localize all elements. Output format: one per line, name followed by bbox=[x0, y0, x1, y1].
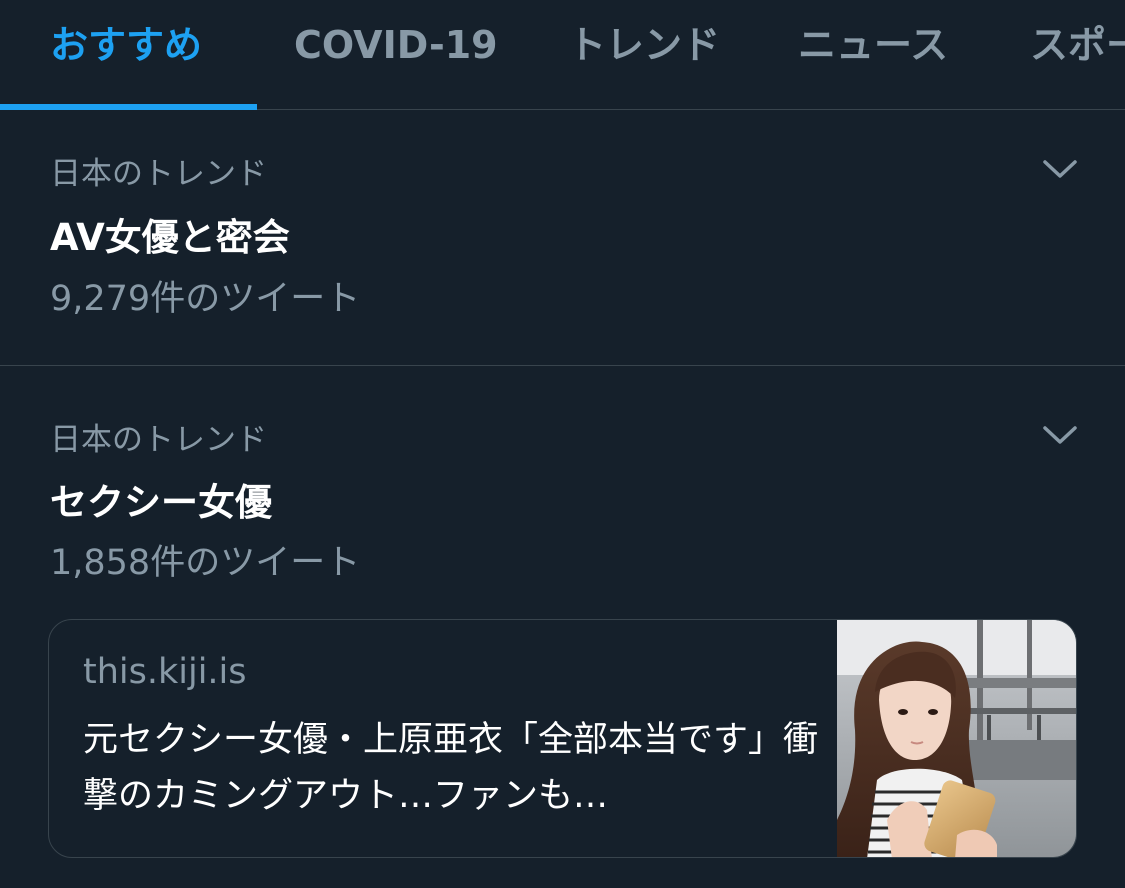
trend-item[interactable]: 日本のトレンド セクシー女優 1,858件のツイート this.kiji.is … bbox=[0, 366, 1125, 888]
card-headline: 元セクシー女優・上原亜衣「全部本当です」衝撃のカミングアウト…ファンも… bbox=[83, 720, 819, 816]
trend-context: 日本のトレンド bbox=[50, 156, 267, 192]
trend-title: AV女優と密会 bbox=[50, 216, 290, 259]
trend-tweet-count: 9,279件のツイート bbox=[50, 279, 361, 319]
tab-trend[interactable]: トレンド bbox=[568, 0, 720, 110]
tab-news[interactable]: ニュース bbox=[798, 0, 948, 110]
tab-bar: おすすめ COVID-19 トレンド ニュース スポー bbox=[0, 0, 1125, 110]
card-thumbnail-image bbox=[837, 620, 1076, 857]
link-preview-card[interactable]: this.kiji.is 元セクシー女優・上原亜衣「全部本当です」衝撃のカミング… bbox=[48, 619, 1077, 858]
chevron-down-icon[interactable] bbox=[1040, 420, 1080, 450]
tab-osusume[interactable]: おすすめ bbox=[50, 0, 202, 110]
tab-sports[interactable]: スポー bbox=[1030, 0, 1125, 110]
trend-title: セクシー女優 bbox=[50, 481, 272, 524]
trend-tweet-count: 1,858件のツイート bbox=[50, 543, 361, 583]
tab-covid-19[interactable]: COVID-19 bbox=[294, 0, 498, 110]
chevron-down-icon[interactable] bbox=[1040, 154, 1080, 184]
trend-context: 日本のトレンド bbox=[50, 422, 267, 458]
card-domain: this.kiji.is bbox=[83, 652, 247, 692]
trend-item[interactable]: 日本のトレンド AV女優と密会 9,279件のツイート bbox=[0, 110, 1125, 366]
